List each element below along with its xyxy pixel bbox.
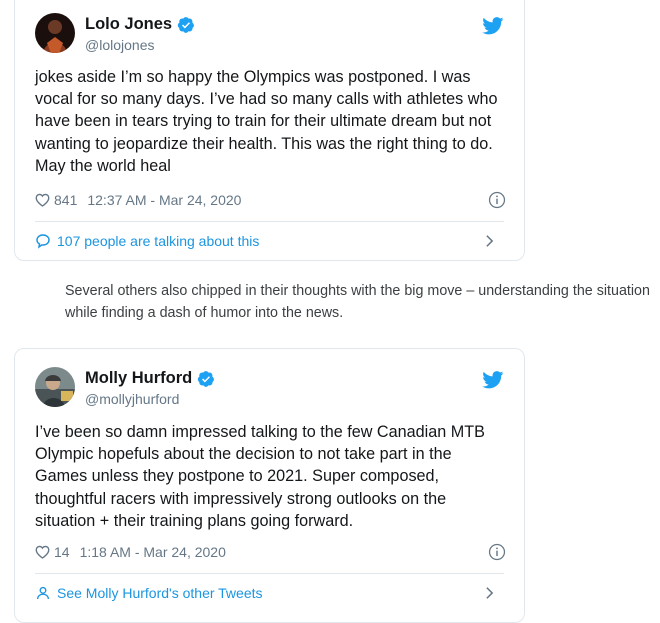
verified-badge-icon [198, 370, 215, 387]
heart-icon[interactable] [35, 193, 50, 207]
divider [35, 221, 504, 222]
chevron-right-icon[interactable] [485, 234, 494, 248]
tweet-card-molly-hurford[interactable]: Molly Hurford @mollyjhurford I’ve been s… [14, 348, 525, 623]
verified-badge-icon [177, 16, 195, 33]
article-paragraph: Several others also chipped in their tho… [65, 283, 650, 321]
tweet-text: I’ve been so damn impressed talking to t… [35, 423, 485, 530]
tweet-text: jokes aside I’m so happy the Olympics wa… [35, 68, 498, 175]
person-icon [37, 586, 49, 600]
like-count[interactable]: 841 [54, 192, 77, 208]
avatar[interactable] [35, 367, 75, 407]
author-row: Lolo Jones [85, 15, 195, 34]
author-row: Molly Hurford [85, 369, 215, 388]
author-handle[interactable]: @lolojones [85, 37, 154, 53]
profile-tweets-link[interactable]: See Molly Hurford's other Tweets [35, 582, 504, 604]
timestamp[interactable]: 12:37 AM - Mar 24, 2020 [87, 192, 241, 208]
tweet-meta: 841 12:37 AM - Mar 24, 2020 [35, 190, 506, 210]
tweet-meta: 14 1:18 AM - Mar 24, 2020 [35, 542, 506, 562]
tweet-card-lolo-jones[interactable]: Lolo Jones @lolojones jokes aside I’m so… [14, 0, 525, 261]
author-handle[interactable]: @mollyjhurford [85, 391, 179, 407]
speech-bubble-icon [36, 234, 50, 249]
twitter-bird-icon[interactable] [482, 371, 504, 389]
tweet-header: Lolo Jones @lolojones [35, 13, 504, 61]
info-icon[interactable] [488, 543, 506, 561]
twitter-bird-icon[interactable] [482, 17, 504, 35]
conversation-link[interactable]: 107 people are talking about this [35, 230, 504, 252]
author-name[interactable]: Molly Hurford [85, 369, 192, 388]
conversation-link-label[interactable]: 107 people are talking about this [57, 233, 259, 249]
avatar[interactable] [35, 13, 75, 53]
heart-icon[interactable] [35, 545, 50, 559]
info-icon[interactable] [488, 191, 506, 209]
divider [35, 573, 504, 574]
profile-tweets-link-label[interactable]: See Molly Hurford's other Tweets [57, 585, 263, 601]
like-count[interactable]: 14 [54, 544, 70, 560]
author-name[interactable]: Lolo Jones [85, 15, 172, 34]
chevron-right-icon[interactable] [485, 586, 494, 600]
tweet-header: Molly Hurford @mollyjhurford [35, 367, 504, 415]
timestamp[interactable]: 1:18 AM - Mar 24, 2020 [80, 544, 226, 560]
